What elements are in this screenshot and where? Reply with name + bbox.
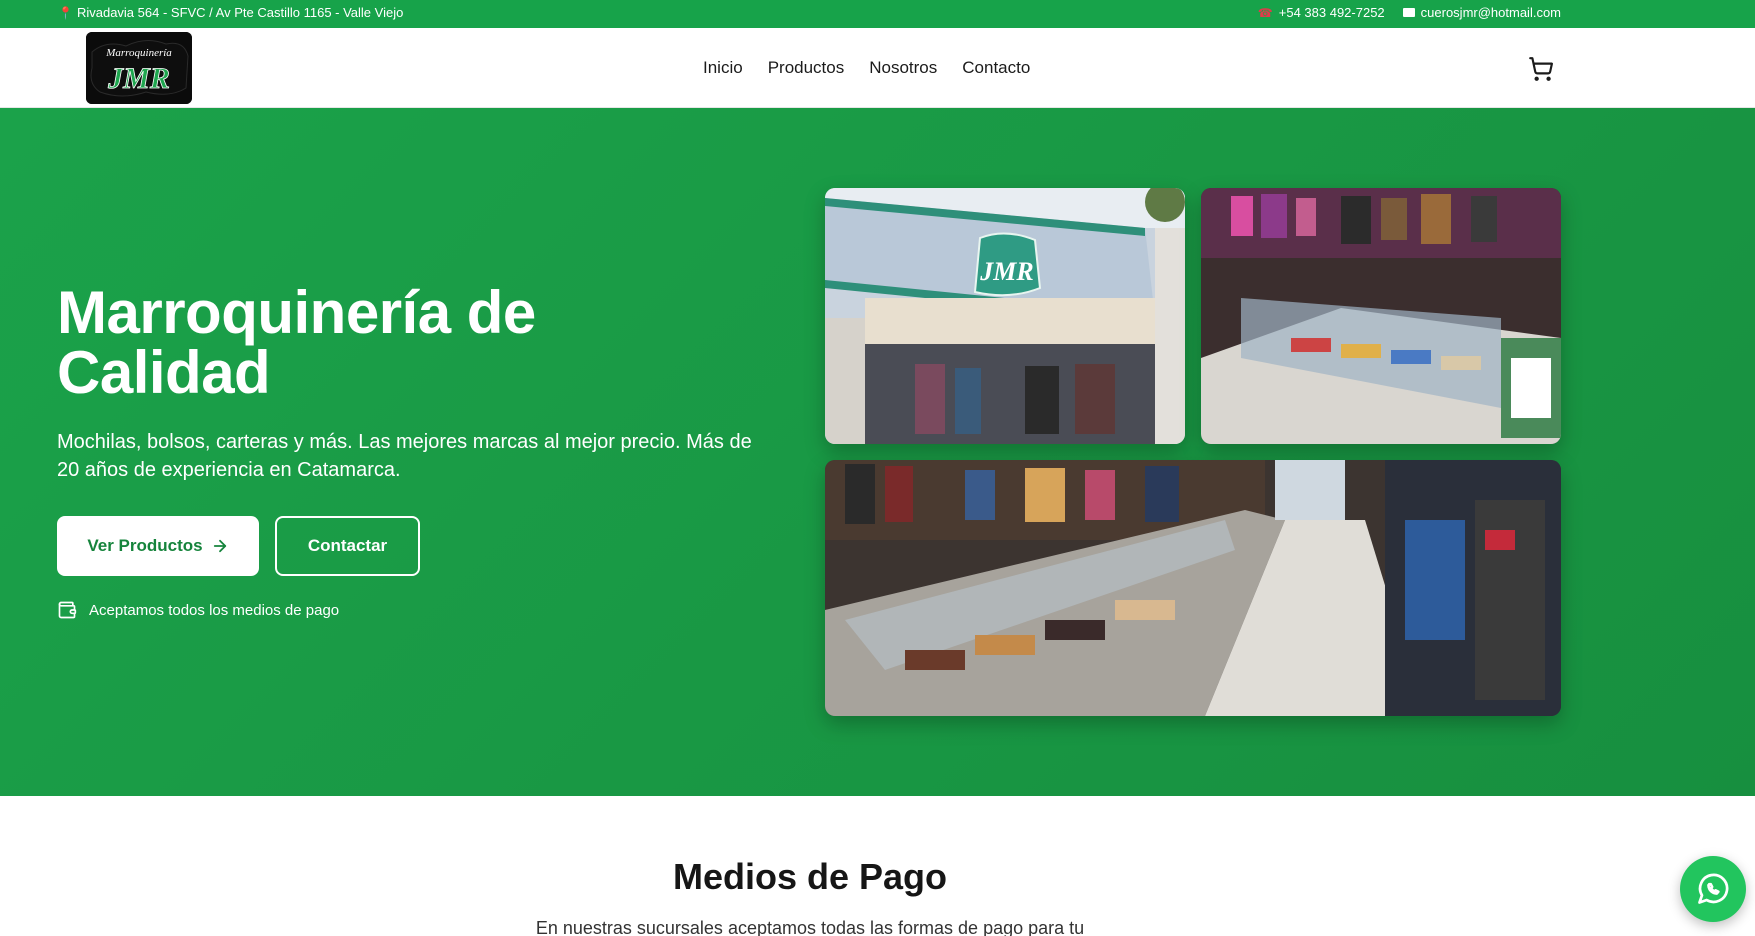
whatsapp-button[interactable] (1680, 856, 1746, 922)
payment-note-text: Aceptamos todos los medios de pago (89, 601, 340, 619)
store-interior-photo (1201, 188, 1561, 444)
whatsapp-icon (1698, 873, 1729, 904)
main-navbar: Marroquinería JMR Inicio Productos Nosot… (0, 28, 1755, 108)
phone-text: +54 383 492-7252 (1278, 5, 1385, 20)
logo-text-line1: Marroquinería (105, 47, 172, 59)
svg-text:JMR: JMR (979, 257, 1033, 286)
storefront-photo: JMR (825, 188, 1185, 444)
arrow-right-icon (213, 539, 226, 553)
view-products-label: Ver Productos (87, 536, 203, 555)
top-info-bar: 📍 Rivadavia 564 - SFVC / Av Pte Castillo… (0, 0, 1755, 28)
hero-title: Marroquinería de Calidad (57, 279, 536, 406)
nav-item-contacto[interactable]: Contacto (962, 58, 1030, 78)
wallet-icon (58, 601, 77, 619)
address-text: Rivadavia 564 - SFVC / Av Pte Castillo 1… (76, 5, 404, 20)
payments-title: Medios de Pago (672, 856, 948, 897)
display-cases-photo (825, 460, 1561, 716)
cart-button[interactable] (1528, 56, 1554, 82)
phone-icon: ☎ (1257, 5, 1273, 20)
cart-icon (1529, 57, 1554, 81)
email-text: cuerosjmr@hotmail.com (1420, 5, 1561, 20)
hero-section: Marroquinería de Calidad Mochilas, bolso… (0, 108, 1755, 796)
contact-button-label: Contactar (307, 536, 388, 555)
email-info[interactable]: cuerosjmr@hotmail.com (1402, 5, 1561, 20)
payments-subtitle: En nuestras sucursales aceptamos todas l… (535, 918, 1085, 936)
nav-item-inicio[interactable]: Inicio (703, 58, 743, 78)
view-products-button[interactable]: Ver Productos (57, 516, 259, 576)
hero-subtitle: Mochilas, bolsos, carteras y más. Las me… (57, 431, 752, 481)
contact-button[interactable]: Contactar (275, 516, 420, 576)
nav-menu: Inicio Productos Nosotros Contacto (703, 58, 1030, 78)
logo-text-line2: JMR (107, 62, 170, 95)
nav-item-productos[interactable]: Productos (768, 58, 845, 78)
payment-note: Aceptamos todos los medios de pago (57, 600, 339, 620)
contact-info: ☎ +54 383 492-7252 cuerosjmr@hotmail.com (1258, 5, 1561, 20)
address-info: 📍 Rivadavia 564 - SFVC / Av Pte Castillo… (58, 5, 403, 20)
logo-graphic: Marroquinería JMR (86, 32, 192, 104)
location-pin-icon: 📍 (58, 5, 73, 20)
phone-info[interactable]: ☎ +54 383 492-7252 (1258, 5, 1385, 20)
brand-logo[interactable]: Marroquinería JMR (86, 32, 192, 104)
mail-icon (1402, 8, 1415, 17)
nav-item-nosotros[interactable]: Nosotros (869, 58, 937, 78)
